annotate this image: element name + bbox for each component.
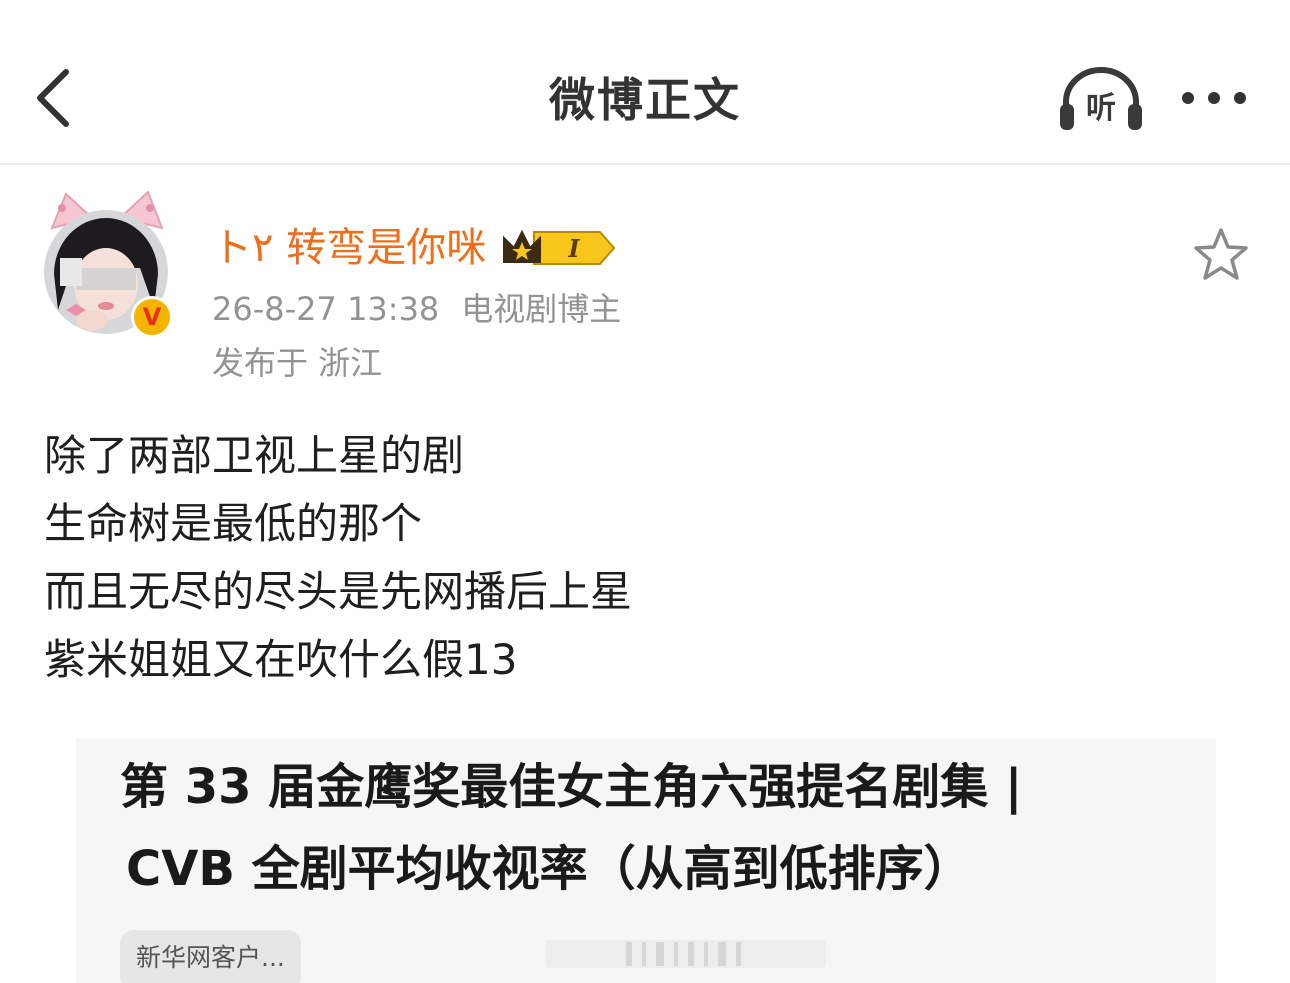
post-location: 发布于 浙江 <box>212 344 383 382</box>
verified-badge-letter: V <box>142 303 162 331</box>
post-line: 紫米姐姐又在吹什么假13 <box>44 635 518 684</box>
post-image[interactable]: 第 33 届金鹰奖最佳女主角六强提名剧集 | CVB 全剧平均收视率（从高到低排… <box>76 738 1216 983</box>
author-role: 电视剧博主 <box>461 290 622 328</box>
post-body: 除了两部卫视上星的剧 生命树是最低的那个 而且无尽的尽头是先网播后上星 紫米姐姐… <box>44 422 1244 694</box>
listen-button[interactable]: 听 <box>1056 64 1146 134</box>
author-avatar[interactable]: V <box>36 188 176 338</box>
more-dots-icon <box>1182 92 1246 104</box>
post-line: 生命树是最低的那个 <box>44 499 423 548</box>
favorite-button[interactable] <box>1192 226 1250 282</box>
image-loading-placeholder <box>546 940 826 968</box>
author-name[interactable]: ト٢ 转弯是你咪 <box>212 220 486 276</box>
more-options-button[interactable] <box>1176 80 1256 116</box>
member-level: I <box>568 234 581 263</box>
post-line: 除了两部卫视上星的剧 <box>44 431 465 480</box>
verified-badge: V <box>131 296 173 338</box>
star-outline-icon <box>1194 228 1248 280</box>
image-headline-line2: CVB 全剧平均收视率（从高到低排序） <box>126 841 972 897</box>
image-headline-line1: 第 33 届金鹰奖最佳女主角六强提名剧集 | <box>120 759 1023 815</box>
author-name-row: ト٢ 转弯是你咪 I <box>212 218 618 278</box>
post-line: 而且无尽的尽头是先网播后上星 <box>44 567 633 616</box>
post-timestamp: 26-8-27 13:38 <box>212 290 440 328</box>
headphones-icon: 听 <box>1060 67 1142 130</box>
post-meta: 26-8-27 13:38 电视剧博主 <box>212 287 621 331</box>
listen-label: 听 <box>1086 91 1116 126</box>
top-nav-bar: 微博正文 听 <box>0 0 1290 165</box>
image-source-chip: 新华网客户... <box>120 930 301 983</box>
member-badge[interactable]: I <box>500 224 618 272</box>
